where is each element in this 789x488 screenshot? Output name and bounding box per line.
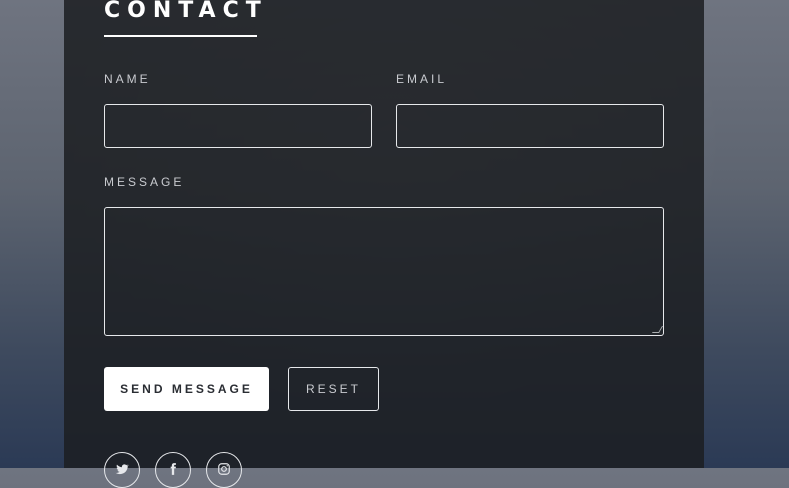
facebook-icon: [170, 463, 176, 475]
send-message-button[interactable]: SEND MESSAGE: [104, 367, 269, 411]
instagram-icon: [218, 463, 230, 475]
reset-button[interactable]: RESET: [288, 367, 379, 411]
contact-panel: CONTACT NAME EMAIL MESSAGE SEND MESSAGE …: [64, 0, 704, 488]
facebook-link[interactable]: [155, 452, 191, 488]
twitter-link[interactable]: [104, 452, 140, 488]
instagram-link[interactable]: [206, 452, 242, 488]
page-title: CONTACT: [104, 0, 268, 23]
title-underline: [104, 35, 257, 37]
name-field[interactable]: [104, 104, 372, 148]
message-label: MESSAGE: [104, 175, 185, 189]
resize-handle[interactable]: [651, 326, 664, 333]
email-label: EMAIL: [396, 72, 448, 86]
message-field[interactable]: [104, 207, 664, 336]
name-label: NAME: [104, 72, 151, 86]
twitter-icon: [115, 464, 129, 475]
email-field[interactable]: [396, 104, 664, 148]
